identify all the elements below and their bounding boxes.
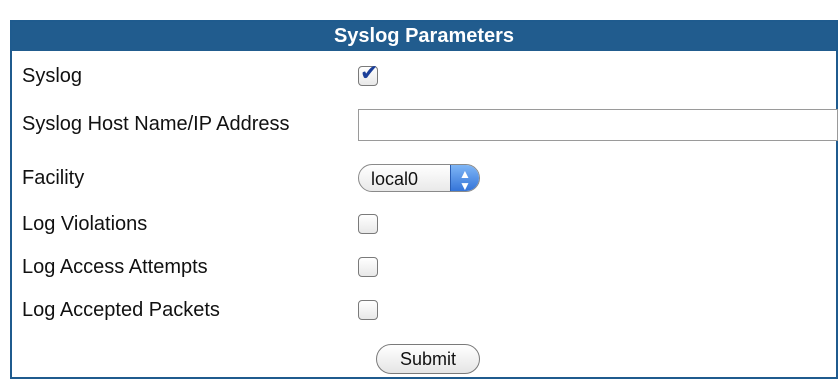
facility-row: Facility local0 ▲ ▼ xyxy=(22,158,826,198)
log-access-attempts-label: Log Access Attempts xyxy=(22,256,208,278)
syslog-parameters-panel: Syslog Parameters Syslog ✔ Syslog Host N… xyxy=(10,20,838,379)
log-violations-label: Log Violations xyxy=(22,213,148,235)
up-down-arrows-icon: ▲ ▼ xyxy=(450,165,479,191)
log-violations-row: Log Violations xyxy=(22,204,826,244)
submit-button[interactable]: Submit xyxy=(376,344,480,374)
log-accepted-packets-checkbox[interactable] xyxy=(358,300,378,320)
checkmark-icon: ✔ xyxy=(360,60,379,85)
syslog-label: Syslog xyxy=(22,65,83,87)
facility-select[interactable]: local0 ▲ ▼ xyxy=(358,164,480,192)
facility-selected-value: local0 xyxy=(371,169,419,189)
panel-title: Syslog Parameters xyxy=(12,22,836,51)
log-accepted-packets-row: Log Accepted Packets xyxy=(22,290,826,330)
syslog-host-input[interactable] xyxy=(358,109,838,141)
log-access-attempts-row: Log Access Attempts xyxy=(22,247,826,287)
syslog-checkbox[interactable]: ✔ xyxy=(358,60,378,86)
facility-label: Facility xyxy=(22,167,85,189)
syslog-row: Syslog ✔ xyxy=(22,56,826,96)
log-accepted-packets-label: Log Accepted Packets xyxy=(22,299,220,321)
log-access-attempts-checkbox[interactable] xyxy=(358,257,378,277)
syslog-host-label: Syslog Host Name/IP Address xyxy=(22,113,290,135)
syslog-host-row: Syslog Host Name/IP Address xyxy=(22,104,838,144)
log-violations-checkbox[interactable] xyxy=(358,214,378,234)
